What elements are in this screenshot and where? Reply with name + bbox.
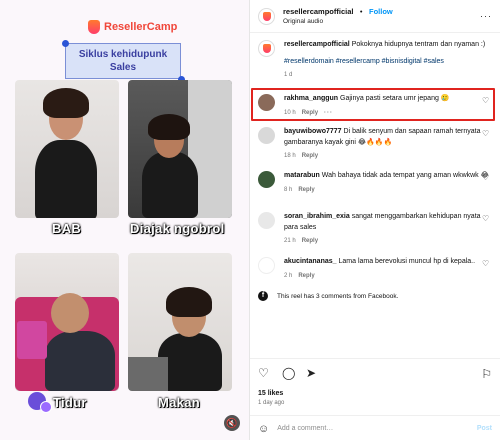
- facebook-icon: f: [258, 291, 268, 301]
- like-comment-heart-icon[interactable]: ♡: [482, 260, 490, 268]
- photo-bab: [15, 80, 119, 218]
- comment-time: 21 h: [284, 238, 296, 244]
- photo-makan: [128, 253, 232, 391]
- reply-button[interactable]: Reply: [298, 273, 314, 279]
- commenter-avatar[interactable]: [258, 257, 275, 274]
- comment-username[interactable]: akucintananas_: [284, 258, 337, 265]
- banner-line-1: Siklus kehidupunk: [78, 49, 168, 60]
- selection-handle-icon: [62, 40, 69, 47]
- comment-time: 18 h: [284, 153, 296, 159]
- caption-tidur: Tidur: [53, 395, 87, 410]
- comment-text: Wah bahaya tidak ada tempat yang aman wk…: [321, 172, 489, 179]
- comment-time: 8 h: [284, 186, 293, 193]
- like-comment-heart-icon[interactable]: ♡: [482, 215, 490, 223]
- post-actions: ♡ ◯ ➤ ⚐ 15 likes 1 day ago ☺ Add a comme…: [250, 358, 500, 440]
- caption-makan: Makan: [158, 395, 200, 410]
- post-sidebar: resellercampofficial • Follow Original a…: [249, 0, 500, 440]
- more-options-icon[interactable]: ···: [480, 11, 492, 21]
- mute-icon: 🔇: [226, 418, 238, 428]
- brand-name: ResellerCamp: [104, 21, 178, 33]
- caption-hashtags[interactable]: #resellerdomain #resellercamp #bisnisdig…: [284, 57, 492, 68]
- bookmark-icon[interactable]: ⚐: [481, 367, 492, 381]
- comment-item: akucintananas_ Lama lama berevolusi munc…: [258, 257, 492, 281]
- badge-icon: [40, 401, 52, 413]
- caption-text: Pokoknya hidupnya tentram dan nyaman :): [351, 41, 486, 48]
- caption-diajak-ngobrol: Diajak ngobrol: [130, 221, 225, 236]
- account-avatar[interactable]: [258, 7, 275, 25]
- title-banner: Siklus kehidupunk Sales: [65, 43, 181, 79]
- banner-line-2: Sales: [109, 62, 137, 73]
- photo-tidur: [15, 253, 119, 391]
- instagram-post-window: ResellerCamp Siklus kehidupunk Sales BAB…: [0, 0, 500, 440]
- commenter-avatar[interactable]: [258, 127, 275, 144]
- reel-media[interactable]: ResellerCamp Siklus kehidupunk Sales BAB…: [0, 0, 249, 440]
- comment-item: bayuwibowo7777 Di balik senyum dan sapaa…: [258, 127, 492, 162]
- facebook-comments-note: f This reel has 3 comments from Facebook…: [258, 291, 398, 301]
- comment-username[interactable]: bayuwibowo7777: [284, 128, 342, 135]
- caption-username[interactable]: resellercampofficial: [284, 41, 350, 48]
- caption-avatar[interactable]: [258, 40, 275, 57]
- like-comment-heart-icon[interactable]: ♡: [482, 174, 490, 182]
- facebook-note-text: This reel has 3 comments from Facebook.: [277, 292, 399, 300]
- share-send-icon[interactable]: ➤: [306, 367, 318, 379]
- original-audio-link[interactable]: Original audio: [283, 17, 393, 27]
- comment-item: matarabun Wah bahaya tidak ada tempat ya…: [258, 171, 492, 195]
- caption-bab: BAB: [52, 221, 82, 236]
- comment-bubble-icon[interactable]: ◯: [282, 367, 295, 379]
- emoji-icon[interactable]: ☺: [258, 423, 269, 435]
- commenter-avatar[interactable]: [258, 171, 275, 188]
- comment-username[interactable]: matarabun: [284, 172, 320, 179]
- comment-username[interactable]: soran_ibrahim_exia: [284, 213, 350, 220]
- reply-button[interactable]: Reply: [298, 187, 314, 193]
- brand-logo-icon: [88, 20, 100, 34]
- post-caption: resellercampofficial Pokoknya hidupnya t…: [258, 40, 492, 81]
- post-comment-button[interactable]: Post: [477, 425, 492, 432]
- caption-time: 1 d: [284, 72, 293, 78]
- post-header-text: resellercampofficial • Follow Original a…: [283, 5, 393, 27]
- follow-button[interactable]: Follow: [369, 7, 393, 16]
- separator-dot: •: [359, 7, 363, 16]
- comment-item: soran_ibrahim_exia sangat menggambarkan …: [258, 212, 492, 247]
- post-age: 1 day ago: [258, 400, 285, 406]
- like-comment-heart-icon[interactable]: ♡: [482, 130, 490, 138]
- comment-input[interactable]: Add a comment…: [277, 425, 477, 432]
- reply-button[interactable]: Reply: [302, 153, 318, 159]
- commenter-avatar[interactable]: [258, 212, 275, 229]
- brand-logo: ResellerCamp: [88, 20, 177, 34]
- post-header: resellercampofficial • Follow Original a…: [250, 0, 500, 33]
- mute-button[interactable]: 🔇: [224, 415, 240, 431]
- add-comment-bar: ☺ Add a comment… Post: [250, 415, 500, 440]
- account-username[interactable]: resellercampofficial: [283, 7, 353, 16]
- photo-diajak-ngobrol: [128, 80, 232, 218]
- highlight-box: [251, 88, 495, 121]
- likes-count[interactable]: 15 likes: [258, 390, 283, 397]
- comment-time: 2 h: [284, 272, 293, 279]
- comment-text: Lama lama berevolusi muncul hp di kepala…: [338, 258, 476, 265]
- reply-button[interactable]: Reply: [302, 238, 318, 244]
- like-heart-icon[interactable]: ♡: [258, 367, 270, 379]
